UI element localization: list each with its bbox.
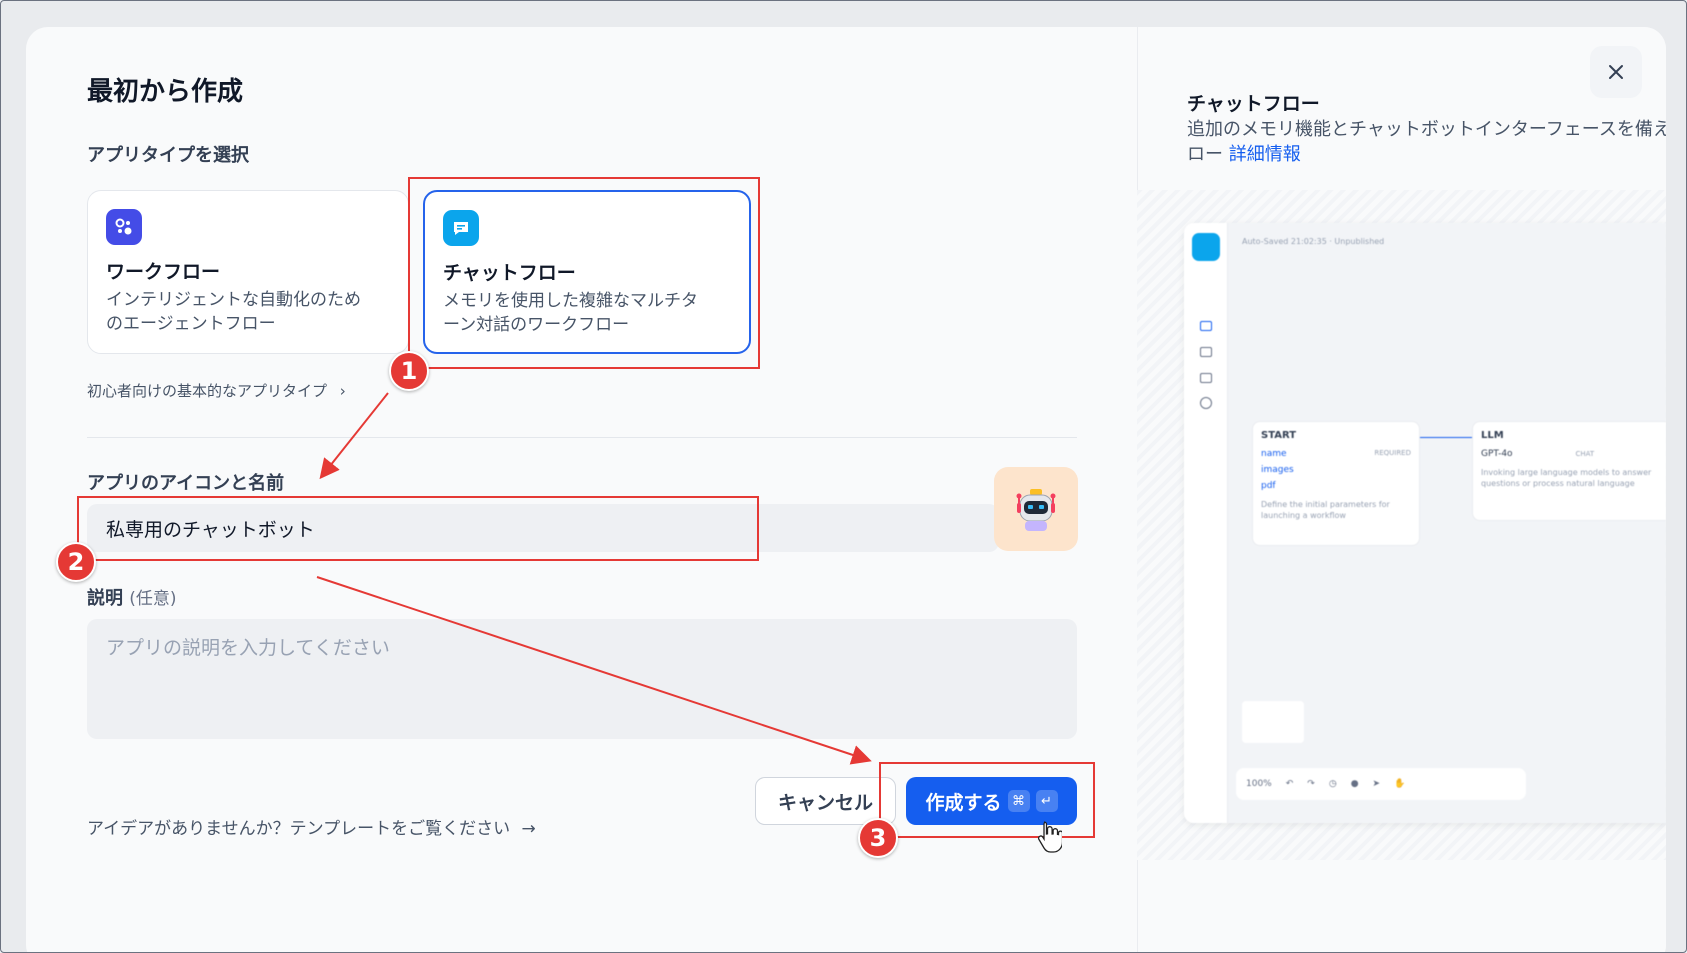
workflow-preview-image: Auto-Saved 21:02:35 · Unpublished START … — [1184, 223, 1666, 823]
preview-nav-icon — [1200, 347, 1212, 357]
card-workflow[interactable]: ワークフロー インテリジェントな自動化のため のエージェントフロー — [87, 190, 409, 354]
autosave-status: Auto-Saved 21:02:35 · Unpublished — [1242, 237, 1385, 246]
card-title: ワークフロー — [106, 261, 221, 283]
arrow-right-icon: → — [521, 819, 536, 839]
preview-title: チャットフロー — [1187, 93, 1320, 115]
chevron-right-icon: › — [339, 382, 346, 400]
field-row: pdf — [1261, 481, 1276, 491]
undo-icon: ↶ — [1285, 779, 1294, 789]
template-link[interactable]: アイデアがありませんか？テンプレートをご覧ください → — [87, 814, 536, 839]
app-type-label: アプリタイプを選択 — [87, 145, 249, 166]
card-desc: インテリジェントな自動化のため のエージェントフロー — [106, 290, 361, 334]
preview-nav-icon — [1200, 373, 1212, 383]
minimap — [1242, 701, 1304, 743]
add-icon: ● — [1350, 779, 1359, 789]
field-row: images — [1261, 465, 1294, 475]
robot-icon — [1016, 489, 1056, 531]
divider — [87, 437, 1077, 438]
start-node: START name REQUIRED images pdf Define th… — [1252, 421, 1420, 546]
close-icon — [1609, 65, 1623, 79]
annotation-number-3: 3 — [858, 818, 898, 858]
learn-more-link[interactable]: 詳細情報 — [1229, 144, 1301, 165]
desc-label: 説明 (任意) — [87, 588, 177, 609]
redo-icon: ↷ — [1307, 779, 1315, 789]
preview-description: 追加のメモリ機能とチャットボットインターフェースを備え ロー 詳細情報 — [1187, 119, 1666, 165]
annotation-number-1: 1 — [389, 351, 429, 391]
app-icon-picker[interactable] — [994, 467, 1078, 551]
close-button[interactable] — [1590, 46, 1642, 98]
field-row: name REQUIRED — [1261, 449, 1411, 459]
zoom-level: 100% — [1246, 779, 1272, 789]
workflow-icon — [106, 209, 142, 245]
create-app-dialog: 最初から作成 アプリタイプを選択 ワークフロー インテリジェントな自動化のため … — [26, 27, 1666, 952]
optional-label: (任意) — [129, 589, 177, 609]
preview-nav-icon — [1200, 397, 1212, 409]
bot-icon — [1192, 233, 1220, 261]
annotation-number-2: 2 — [56, 542, 96, 582]
preview-nav-icon — [1200, 321, 1212, 331]
history-icon: ◷ — [1328, 779, 1337, 789]
hand-icon: ✋ — [1394, 779, 1406, 789]
dialog-title: 最初から作成 — [87, 77, 244, 107]
beginner-app-types-link[interactable]: 初心者向けの基本的なアプリタイプ › — [87, 380, 346, 401]
preview-sidebar — [1184, 223, 1228, 823]
screenshot-frame: 最初から作成 アプリタイプを選択 ワークフロー インテリジェントな自動化のため … — [0, 0, 1687, 953]
edge — [1420, 437, 1472, 438]
annotation-box-1 — [408, 177, 760, 369]
app-description-field[interactable] — [87, 619, 1077, 739]
preview-toolbar: 100% ↶ ↷ ◷ ● ➤ ✋ — [1236, 768, 1526, 800]
annotation-box-3 — [879, 762, 1095, 838]
hand-cursor-icon — [1037, 821, 1062, 853]
llm-node: LLM GPT-4o CHAT Invoking large language … — [1472, 421, 1666, 521]
pointer-icon: ➤ — [1372, 779, 1381, 789]
annotation-box-2 — [77, 496, 759, 561]
name-label: アプリのアイコンと名前 — [87, 473, 285, 494]
